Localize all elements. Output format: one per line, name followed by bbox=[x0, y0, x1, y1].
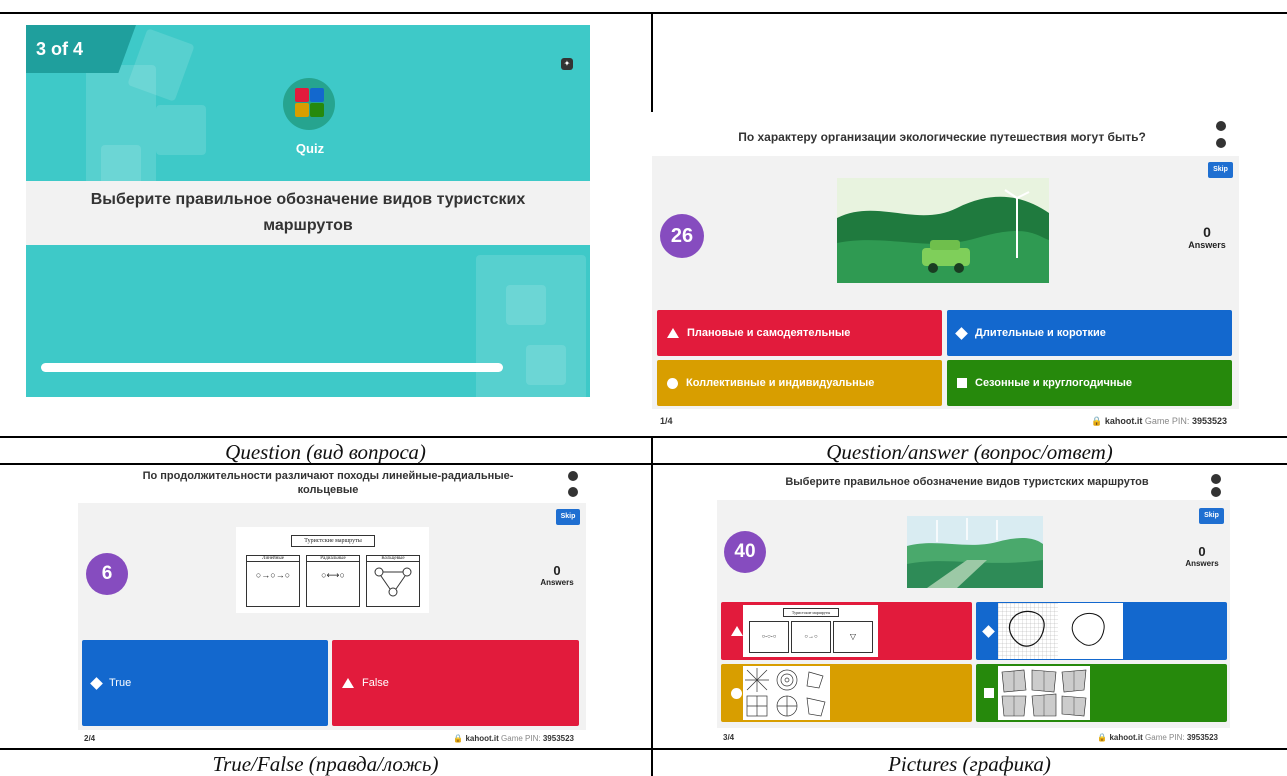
square-icon bbox=[984, 688, 994, 698]
pic-option-2[interactable] bbox=[976, 602, 1227, 660]
qa-option-1[interactable]: Плановые и самодеятельные bbox=[657, 310, 942, 356]
diamond-icon bbox=[955, 326, 968, 340]
intro-bottom-band bbox=[26, 245, 590, 397]
qa-option-3[interactable]: Коллективные и индивидуальные bbox=[657, 360, 942, 406]
diamond-icon bbox=[90, 676, 103, 690]
qa-question-text: По характеру организации экологические п… bbox=[738, 130, 1146, 144]
tf-progress: 2/4 bbox=[84, 734, 96, 743]
pic-option-4-image bbox=[998, 666, 1090, 720]
qa-timer: 26 bbox=[660, 214, 704, 258]
qa-option-2[interactable]: Длительные и короткие bbox=[947, 310, 1232, 356]
diagram-title: Туристские маршруты bbox=[291, 535, 375, 547]
tf-option-true[interactable]: True bbox=[82, 640, 328, 726]
pic-progress: 3/4 bbox=[723, 733, 735, 742]
triangle-icon bbox=[667, 328, 679, 338]
tf-timer: 6 bbox=[86, 553, 128, 595]
quiz-type-icon bbox=[283, 78, 335, 130]
diagram-type-radial: Радиальные bbox=[307, 556, 359, 562]
pic-fullscreen-icon[interactable] bbox=[1211, 487, 1221, 497]
pic-option-3[interactable] bbox=[721, 664, 972, 722]
pic-footer: 3/4 🔒 kahoot.it Game PIN: 3953523 bbox=[717, 728, 1230, 748]
qa-fullscreen-icon[interactable] bbox=[1216, 138, 1226, 148]
pic-timer: 40 bbox=[724, 531, 766, 573]
triangle-icon bbox=[342, 678, 354, 688]
pic-answers-count: 0 Answers bbox=[1185, 544, 1219, 568]
intro-progress-bar bbox=[41, 363, 503, 372]
qa-skip-button[interactable]: Skip bbox=[1208, 162, 1233, 178]
qa-question-image bbox=[837, 178, 1049, 283]
diagram-type-linear: Линейные bbox=[247, 556, 299, 562]
quiz-type-label: Quiz bbox=[295, 141, 325, 156]
lock-icon: 🔒 bbox=[453, 734, 464, 743]
table-bottom-rule bbox=[0, 748, 1287, 750]
tf-answers-count: 0 Answers bbox=[540, 563, 574, 587]
intro-question-text: Выберите правильное обозначение видов ту… bbox=[90, 191, 526, 234]
lock-icon: 🔒 bbox=[1097, 733, 1108, 742]
qa-game-screen: По характеру организации экологические п… bbox=[652, 112, 1239, 433]
caption-quiz: Question (вид вопроса) bbox=[225, 440, 426, 464]
diamond-icon bbox=[982, 624, 995, 638]
square-icon bbox=[957, 378, 967, 388]
triangle-icon bbox=[731, 626, 743, 636]
pic-option-1[interactable]: Туристские маршруты ○-○-○ ○→○ ▽ bbox=[721, 602, 972, 660]
table-top-rule bbox=[0, 12, 1287, 14]
tf-question-text: По продолжительности различают походы ли… bbox=[142, 470, 514, 496]
quiz-intro-screen: 3 of 4 Quiz ✦ Выберите правильное обозна… bbox=[26, 25, 590, 397]
qa-game-pin: 🔒 kahoot.it Game PIN: 3953523 bbox=[1091, 416, 1227, 426]
tf-skip-button[interactable]: Skip bbox=[556, 509, 580, 525]
settings-icon[interactable]: ✦ bbox=[561, 58, 573, 70]
table-mid-rule bbox=[0, 436, 1287, 438]
pic-option-1-image: Туристские маршруты ○-○-○ ○→○ ▽ bbox=[743, 605, 878, 657]
circle-icon bbox=[731, 687, 742, 699]
qa-progress: 1/4 bbox=[660, 416, 673, 426]
pic-question-image bbox=[907, 516, 1043, 588]
table-center-rule bbox=[651, 436, 653, 776]
tf-settings-icon[interactable] bbox=[568, 471, 578, 481]
tf-game-screen: По продолжительности различают походы ли… bbox=[78, 465, 586, 748]
caption-qa: Question/answer (вопрос/ответ) bbox=[826, 440, 1113, 464]
tf-game-pin: 🔒 kahoot.it Game PIN: 3953523 bbox=[453, 734, 574, 743]
qa-answers-count: 0 Answers bbox=[1188, 224, 1226, 250]
pic-game-pin: 🔒 kahoot.it Game PIN: 3953523 bbox=[1097, 733, 1218, 742]
qa-settings-icon[interactable] bbox=[1216, 121, 1226, 131]
circle-icon bbox=[667, 377, 678, 389]
caption-tf: True/False (правда/ложь) bbox=[212, 752, 439, 776]
lock-icon: 🔒 bbox=[1091, 416, 1103, 426]
tf-routes-diagram: Туристские маршруты Линейные ○→○→○ Радиа… bbox=[236, 527, 429, 613]
tf-fullscreen-icon[interactable] bbox=[568, 487, 578, 497]
qa-footer: 1/4 🔒 kahoot.it Game PIN: 3953523 bbox=[652, 409, 1239, 433]
tf-footer: 2/4 🔒 kahoot.it Game PIN: 3953523 bbox=[78, 730, 586, 748]
pic-option-2-image bbox=[998, 603, 1123, 659]
qa-option-4[interactable]: Сезонные и круглогодичные bbox=[947, 360, 1232, 406]
pic-game-screen: Выберите правильное обозначение видов ту… bbox=[717, 468, 1230, 748]
pic-skip-button[interactable]: Skip bbox=[1199, 508, 1224, 524]
pic-question-text: Выберите правильное обозначение видов ту… bbox=[785, 476, 1149, 488]
tf-option-false[interactable]: False bbox=[332, 640, 579, 726]
pic-option-4[interactable] bbox=[976, 664, 1227, 722]
pic-settings-icon[interactable] bbox=[1211, 474, 1221, 484]
table-center-rule-top bbox=[651, 12, 653, 112]
caption-pictures: Pictures (графика) bbox=[888, 752, 1051, 776]
pic-option-3-image bbox=[743, 666, 830, 720]
question-counter: 3 of 4 bbox=[26, 25, 136, 73]
